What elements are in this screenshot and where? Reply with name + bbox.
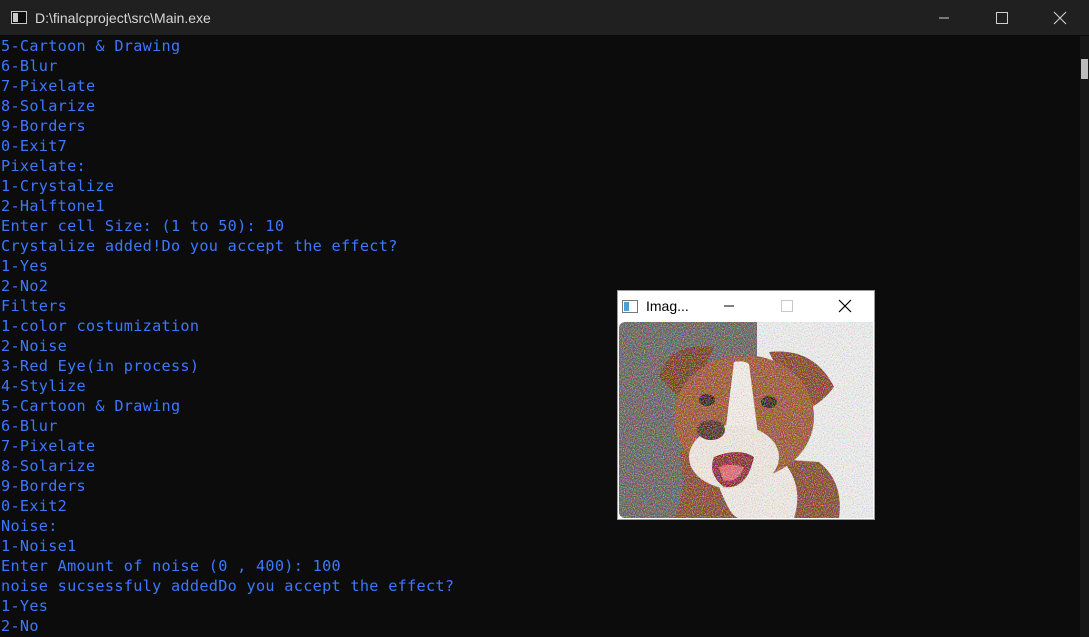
image-window-title-bar[interactable]: Imag... [618,291,874,321]
console-line: 2-No [1,617,39,635]
scrollbar-thumb[interactable] [1081,59,1088,79]
image-window[interactable]: Imag... [618,291,874,519]
vertical-scrollbar[interactable] [1080,36,1089,637]
minimize-icon [724,305,734,307]
console-line: 1-Yes [1,257,49,275]
close-icon [838,299,852,313]
console-line: 1-Noise1 [1,537,77,555]
console-line: 7-Pixelate [1,437,96,455]
console-line: 9-Borders [1,477,86,495]
image-minimize-button[interactable] [700,291,758,321]
console-line: Pixelate: [1,157,86,175]
console-output[interactable]: 5-Cartoon & Drawing 6-Blur 7-Pixelate 8-Sol… [0,36,1080,637]
console-line: 3-Red Eye(in process) [1,357,200,375]
console-line: 2-Noise [1,337,68,355]
console-line: 0-Exit2 [1,497,68,515]
noisy-dog-photo [619,322,873,518]
console-line: 5-Cartoon & Drawing [1,37,181,55]
image-close-button[interactable] [816,291,874,321]
console-line: 9-Borders [1,117,86,135]
window-controls [915,0,1089,35]
console-line: 6-Blur [1,57,58,75]
console-lines: 5-Cartoon & Drawing 6-Blur 7-Pixelate 8-Sol… [0,36,1080,636]
console-line: Filters [1,297,68,315]
console-line: 1-color costumization [1,317,200,335]
console-line: Crystalize added!Do you accept the effec… [1,237,398,255]
console-line: 0-Exit7 [1,137,68,155]
window-title: D:\finalcproject\src\Main.exe [35,9,211,26]
console-line: Enter Amount of noise (0 , 400): 100 [1,557,341,575]
console-line: 8-Solarize [1,97,96,115]
console-line: Noise: [1,517,58,535]
console-line: Enter cell Size: (1 to 50): 10 [1,217,285,235]
close-button[interactable] [1031,0,1089,35]
maximize-button[interactable] [973,0,1031,35]
maximize-icon [781,300,793,312]
console-line: 5-Cartoon & Drawing [1,397,181,415]
console-line: 1-Yes [1,597,49,615]
console-line: 6-Blur [1,417,58,435]
console-line: 2-Halftone1 [1,197,105,215]
image-maximize-button[interactable] [758,291,816,321]
image-window-controls [700,291,874,321]
close-icon [1053,11,1067,24]
minimize-icon [939,17,949,18]
console-line: 8-Solarize [1,457,96,475]
minimize-button[interactable] [915,0,973,35]
console-title-bar[interactable]: D:\finalcproject\src\Main.exe [0,0,1089,35]
console-line: 7-Pixelate [1,77,96,95]
image-window-title: Imag... [646,298,689,314]
console-line: 4-Stylize [1,377,86,395]
image-canvas[interactable] [619,322,873,518]
image-window-app-icon [622,299,638,313]
console-line: 2-No2 [1,277,49,295]
console-line: 1-Crystalize [1,177,115,195]
maximize-icon [996,11,1008,24]
console-line: noise sucsessfuly addedDo you accept the… [1,577,455,595]
console-app-icon [11,11,27,24]
